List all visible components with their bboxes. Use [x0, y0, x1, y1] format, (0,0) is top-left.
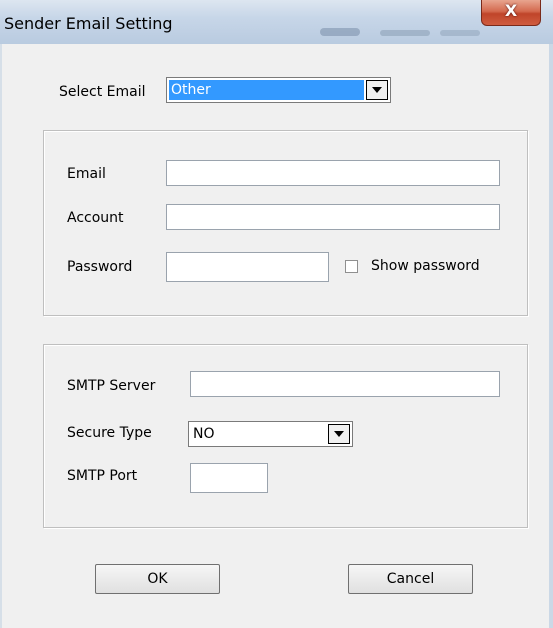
select-email-label: Select Email — [59, 84, 146, 100]
secure-type-value: NO — [193, 426, 215, 442]
close-button[interactable]: X — [481, 0, 541, 26]
title-bar-decoration — [320, 28, 360, 36]
show-password-checkbox[interactable] — [345, 260, 358, 273]
secure-type-label: Secure Type — [67, 425, 152, 441]
title-bar-decoration — [380, 30, 430, 36]
show-password-label[interactable]: Show password — [371, 258, 480, 274]
email-field[interactable] — [166, 160, 500, 186]
title-bar-decoration — [440, 30, 480, 36]
password-label: Password — [67, 259, 133, 275]
window-border-right — [549, 44, 553, 628]
account-field[interactable] — [166, 204, 500, 230]
password-field[interactable] — [166, 252, 329, 282]
close-icon: X — [504, 1, 518, 20]
ok-button[interactable]: OK — [95, 564, 220, 594]
smtp-port-field[interactable] — [190, 463, 268, 493]
chevron-down-icon[interactable] — [328, 424, 350, 444]
smtp-server-field[interactable] — [190, 371, 500, 397]
smtp-server-label: SMTP Server — [67, 378, 156, 394]
window-border-left — [0, 44, 2, 628]
chevron-down-icon[interactable] — [366, 80, 388, 100]
smtp-port-label: SMTP Port — [67, 468, 138, 484]
account-label: Account — [67, 210, 124, 226]
window-title: Sender Email Setting — [4, 14, 173, 33]
secure-type-dropdown[interactable]: NO — [188, 421, 353, 447]
cancel-button[interactable]: Cancel — [348, 564, 473, 594]
select-email-value: Other — [169, 80, 364, 100]
email-label: Email — [67, 166, 106, 182]
title-bar: Sender Email Setting X — [0, 0, 553, 44]
select-email-dropdown[interactable]: Other — [166, 77, 391, 103]
